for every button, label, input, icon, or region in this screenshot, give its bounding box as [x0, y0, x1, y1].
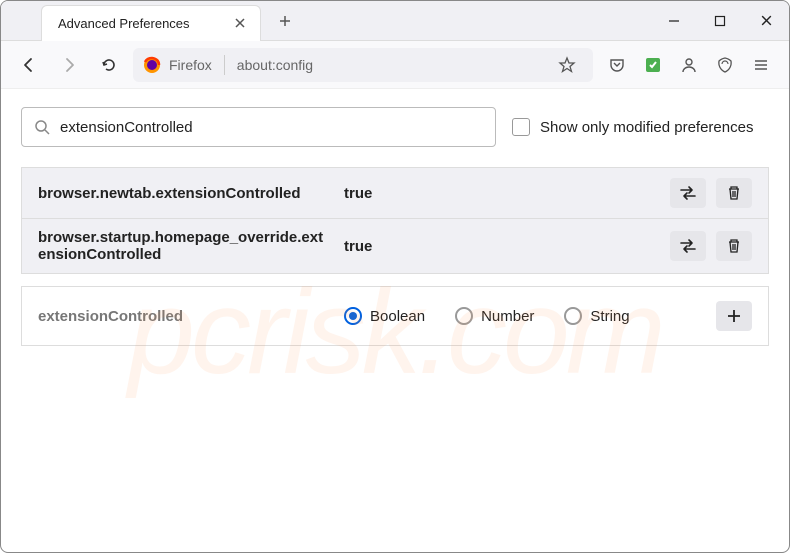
- titlebar: Advanced Preferences: [1, 1, 789, 41]
- window-controls: [651, 1, 789, 41]
- search-input[interactable]: [60, 119, 483, 136]
- pref-name: browser.newtab.extensionControlled: [38, 185, 328, 202]
- pref-value: true: [344, 238, 654, 255]
- radio-icon: [455, 307, 473, 325]
- radio-icon: [344, 307, 362, 325]
- tab-title: Advanced Preferences: [58, 16, 230, 31]
- extension-icon[interactable]: [637, 49, 669, 81]
- search-box[interactable]: [21, 107, 496, 147]
- new-tab-button[interactable]: [269, 5, 301, 37]
- radio-label: Boolean: [370, 308, 425, 325]
- pref-row: browser.newtab.extensionControlled true: [22, 168, 768, 219]
- browser-tab[interactable]: Advanced Preferences: [41, 5, 261, 41]
- new-pref-name: extensionControlled: [38, 308, 328, 325]
- forward-button[interactable]: [53, 49, 85, 81]
- show-modified-checkbox[interactable]: Show only modified preferences: [512, 118, 753, 136]
- close-window-button[interactable]: [743, 1, 789, 41]
- pref-value: true: [344, 185, 654, 202]
- maximize-button[interactable]: [697, 1, 743, 41]
- search-icon: [34, 119, 50, 135]
- back-button[interactable]: [13, 49, 45, 81]
- url-text: about:config: [237, 57, 313, 73]
- pref-name: browser.startup.homepage_override.extens…: [38, 229, 328, 263]
- checkbox-label: Show only modified preferences: [540, 119, 753, 136]
- add-button[interactable]: [716, 301, 752, 331]
- firefox-logo-icon: [143, 56, 161, 74]
- pref-row: browser.startup.homepage_override.extens…: [22, 219, 768, 273]
- account-icon[interactable]: [673, 49, 705, 81]
- close-tab-icon[interactable]: [230, 13, 250, 33]
- identity-label: Firefox: [169, 57, 212, 73]
- toggle-button[interactable]: [670, 178, 706, 208]
- preferences-table: browser.newtab.extensionControlled true …: [21, 167, 769, 274]
- radio-number[interactable]: Number: [455, 307, 534, 325]
- shield-icon[interactable]: [709, 49, 741, 81]
- radio-icon: [564, 307, 582, 325]
- radio-label: Number: [481, 308, 534, 325]
- reload-button[interactable]: [93, 49, 125, 81]
- toggle-button[interactable]: [670, 231, 706, 261]
- bookmark-star-icon[interactable]: [551, 49, 583, 81]
- delete-button[interactable]: [716, 231, 752, 261]
- radio-string[interactable]: String: [564, 307, 629, 325]
- navigation-toolbar: Firefox about:config: [1, 41, 789, 89]
- new-pref-row: extensionControlled Boolean Number Strin…: [21, 286, 769, 346]
- minimize-button[interactable]: [651, 1, 697, 41]
- url-separator: [224, 55, 225, 75]
- radio-label: String: [590, 308, 629, 325]
- delete-button[interactable]: [716, 178, 752, 208]
- radio-boolean[interactable]: Boolean: [344, 307, 425, 325]
- type-radio-group: Boolean Number String: [344, 307, 700, 325]
- pocket-icon[interactable]: [601, 49, 633, 81]
- url-bar[interactable]: Firefox about:config: [133, 48, 593, 82]
- about-config-content: Show only modified preferences browser.n…: [1, 89, 789, 364]
- menu-button[interactable]: [745, 49, 777, 81]
- checkbox-icon: [512, 118, 530, 136]
